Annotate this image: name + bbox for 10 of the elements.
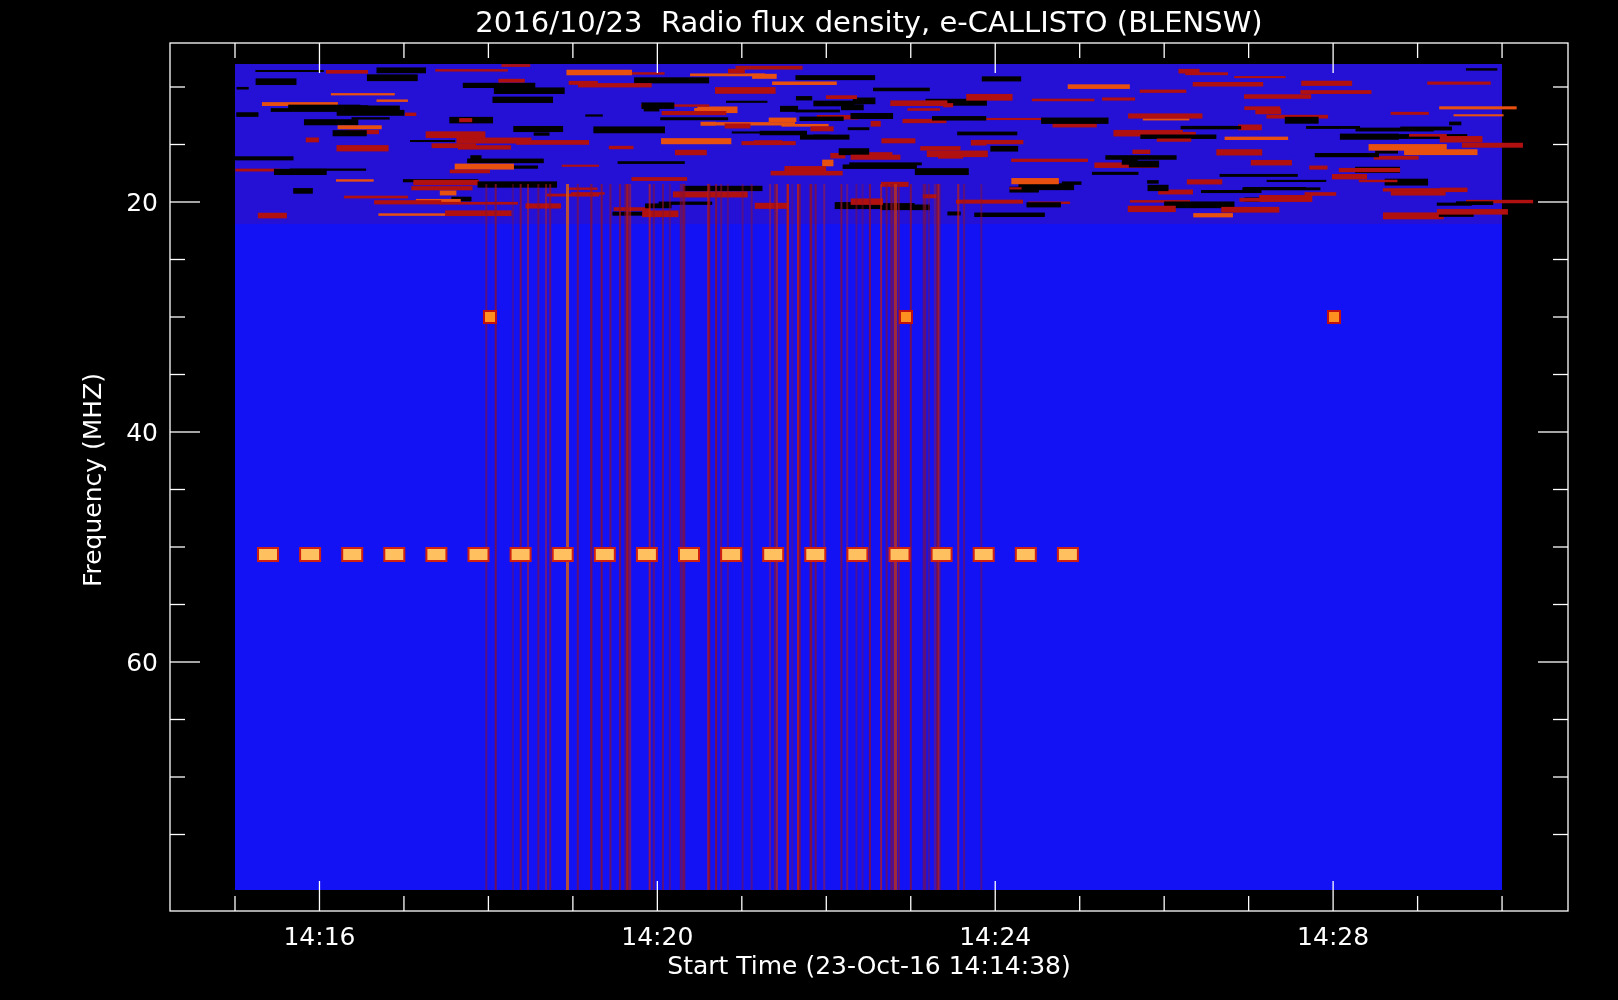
tick-label: 40 bbox=[126, 418, 158, 447]
axis-label: Frequency (MHZ) bbox=[78, 372, 107, 588]
tick-label: 14:16 bbox=[283, 922, 356, 951]
tick-label: 20 bbox=[126, 188, 158, 217]
chart-title: 2016/10/23 Radio flux density, e-CALLISTO (BLENSW) bbox=[475, 5, 1263, 39]
tick-label: 14:28 bbox=[1297, 922, 1370, 951]
axis-label: Start Time (23-Oct-16 14:14:38) bbox=[667, 951, 1071, 980]
tick-label: 60 bbox=[126, 648, 158, 677]
tick-label: 14:24 bbox=[959, 922, 1032, 951]
tick-label: 14:20 bbox=[621, 922, 694, 951]
